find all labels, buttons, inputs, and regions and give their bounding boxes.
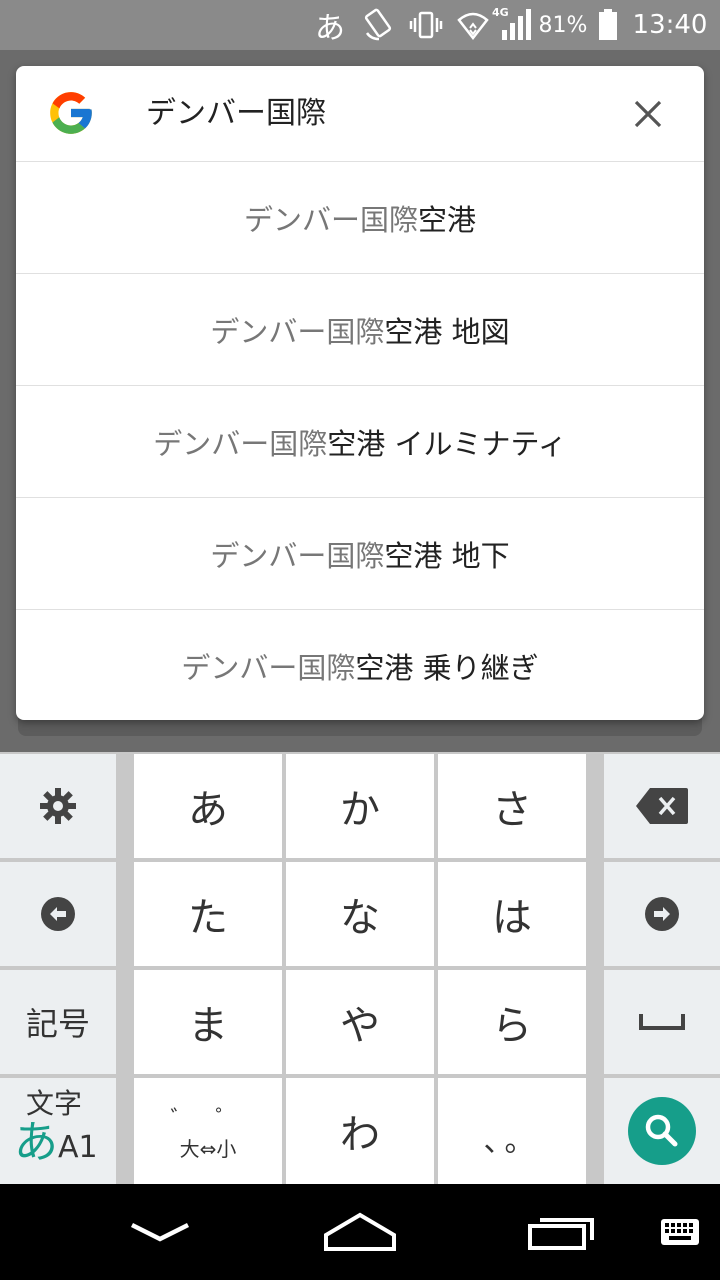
home-button[interactable] <box>310 1184 410 1280</box>
cursor-right-key[interactable] <box>604 862 720 966</box>
key-na[interactable]: な <box>286 862 434 966</box>
search-panel: デンバー国際 デンバー国際 空港 デンバー国際 空港 地図 デンバー国際 空港 イルミ… <box>16 66 704 720</box>
clear-search-button[interactable] <box>624 90 672 138</box>
suggestion-completion-text: 空港 <box>418 202 477 237</box>
google-logo-icon <box>46 88 96 138</box>
recents-button[interactable] <box>512 1184 612 1280</box>
flick-keyboard: あ か さ た な は 記号 ま や ら 文字 あA1 ゛ ゜ 大⇔小 わ 、。 <box>0 752 720 1184</box>
network-type-label: 4G <box>492 6 509 19</box>
suggestion-matched-text: デンバー国際 <box>210 314 385 349</box>
wifi-icon <box>456 0 490 50</box>
dakuten-label: ゛ ゜ <box>170 1106 246 1132</box>
back-chevron-icon <box>130 1222 190 1242</box>
space-key[interactable] <box>604 970 720 1074</box>
punctuation-key[interactable]: 、。 <box>438 1078 586 1184</box>
search-bar: デンバー国際 <box>16 66 704 162</box>
mode-label: 文字 <box>26 1086 83 1120</box>
input-mode-key[interactable]: 文字 あA1 <box>0 1078 116 1184</box>
suggestion-item[interactable]: デンバー国際 空港 地下 <box>16 498 704 610</box>
recents-icon <box>528 1218 594 1250</box>
suggestion-matched-text: デンバー国際 <box>243 202 418 237</box>
space-bar-icon <box>639 1014 685 1030</box>
search-icon <box>628 1097 696 1165</box>
key-ma[interactable]: ま <box>134 970 282 1074</box>
mode-kana-label: あ <box>14 1116 58 1168</box>
close-icon <box>634 100 662 128</box>
suggestion-matched-text: デンバー国際 <box>210 538 385 573</box>
key-ra[interactable]: ら <box>438 970 586 1074</box>
search-query[interactable]: デンバー国際 <box>146 66 326 162</box>
navigation-bar <box>0 1184 720 1280</box>
dakuten-key[interactable]: ゛ ゜ 大⇔小 <box>134 1078 282 1184</box>
vibrate-icon <box>406 0 446 50</box>
signal-icon: 4G <box>490 0 534 50</box>
suggestion-completion-text: 空港 地図 <box>384 314 510 349</box>
key-ta[interactable]: た <box>134 862 282 966</box>
key-a[interactable]: あ <box>134 754 282 858</box>
suggestion-completion-text: 空港 乗り継ぎ <box>355 651 539 685</box>
key-ya[interactable]: や <box>286 970 434 1074</box>
battery-percent: 81% <box>538 12 588 38</box>
ime-indicator: あ <box>315 11 345 46</box>
key-ha[interactable]: は <box>438 862 586 966</box>
case-toggle-label: 大⇔小 <box>179 1136 237 1161</box>
key-wa[interactable]: わ <box>286 1078 434 1184</box>
arrow-left-icon <box>41 897 75 931</box>
key-sa[interactable]: さ <box>438 754 586 858</box>
battery-icon <box>594 0 622 50</box>
cursor-left-key[interactable] <box>0 862 116 966</box>
suggestion-item[interactable]: デンバー国際 空港 乗り継ぎ <box>16 610 704 720</box>
suggestion-completion-text: 空港 地下 <box>384 538 510 573</box>
back-button[interactable] <box>110 1184 210 1280</box>
arrow-right-icon <box>645 897 679 931</box>
rotate-lock-icon <box>358 0 400 50</box>
suggestion-matched-text: デンバー国際 <box>181 651 356 685</box>
keyboard-switch-button[interactable] <box>650 1184 710 1280</box>
keyboard-settings-key[interactable] <box>0 754 116 858</box>
search-enter-key[interactable] <box>604 1078 720 1184</box>
suggestion-item[interactable]: デンバー国際 空港 <box>16 162 704 274</box>
home-icon <box>324 1212 396 1251</box>
status-bar: あ 4G 81% 13:40 <box>0 0 720 50</box>
backspace-key[interactable] <box>604 754 720 858</box>
suggestion-matched-text: デンバー国際 <box>153 426 328 461</box>
gear-icon <box>40 788 76 824</box>
symbol-key[interactable]: 記号 <box>0 970 116 1074</box>
backspace-icon <box>636 788 688 824</box>
key-ka[interactable]: か <box>286 754 434 858</box>
mode-latin-label: A1 <box>58 1129 98 1165</box>
suggestion-item[interactable]: デンバー国際 空港 地図 <box>16 274 704 386</box>
suggestion-list: デンバー国際 空港 デンバー国際 空港 地図 デンバー国際 空港 イルミナティ デンバ… <box>16 162 704 720</box>
keyboard-switch-icon <box>661 1219 699 1245</box>
suggestion-completion-text: 空港 イルミナティ <box>327 426 567 461</box>
clock: 13:40 <box>632 10 708 40</box>
suggestion-item[interactable]: デンバー国際 空港 イルミナティ <box>16 386 704 498</box>
